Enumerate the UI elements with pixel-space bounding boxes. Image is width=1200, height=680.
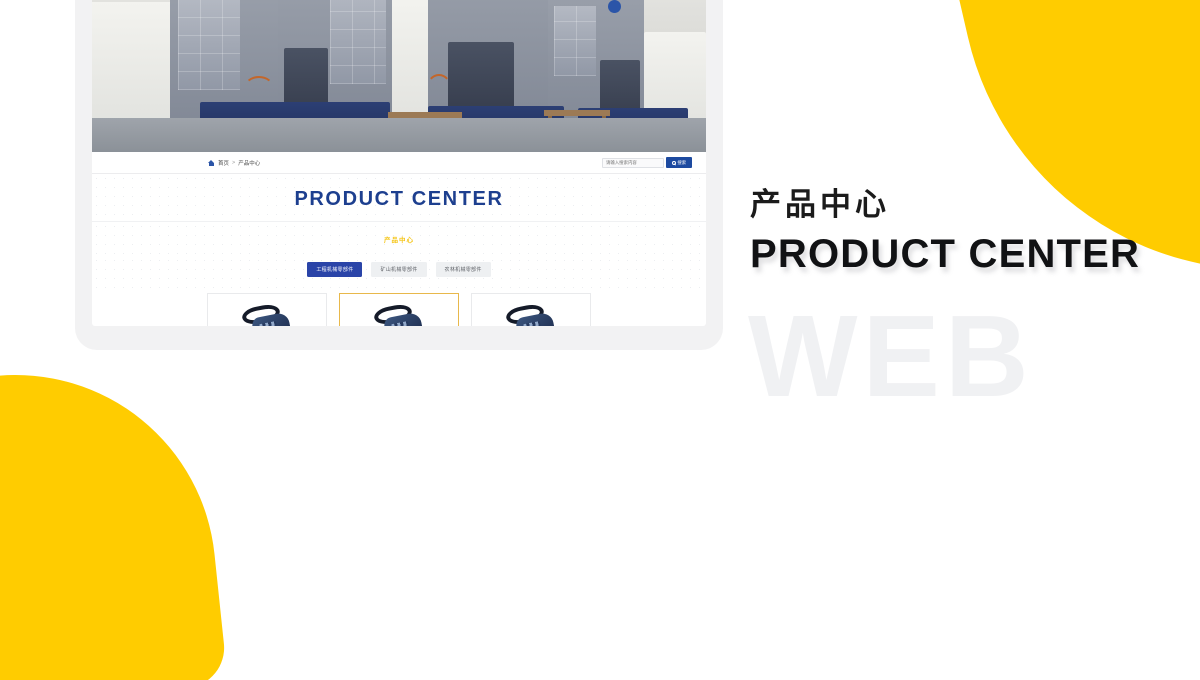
yellow-shape-top-right [947,0,1200,330]
heading-chinese: 产品中心 [750,187,890,222]
website-viewport: 首页 > 产品中心 搜索 PRODUCT CENTER 产品中心 [92,0,706,326]
product-card[interactable] [207,293,327,326]
yellow-shape-bottom-left [0,355,229,680]
hero-banner-image [92,0,706,152]
search-group: 搜索 [602,157,692,168]
category-tab-list: 工程机械零部件 矿山机械零部件 农林机械零部件 [92,256,706,293]
search-icon [671,160,676,165]
breadcrumb-home-link[interactable]: 首页 [218,159,229,167]
page-subtitle-section: 产品中心 [92,222,706,256]
search-button[interactable]: 搜索 [666,157,692,168]
breadcrumb-bar: 首页 > 产品中心 搜索 [92,152,706,174]
showcase-canvas: 产品中心 PRODUCT CENTER WEB 首页 > 产品中心 请输入搜索内… [0,0,1200,680]
tab-mining-machinery-parts[interactable]: 矿山机械零部件 [371,262,427,277]
search-button-label: 搜索 [677,159,687,165]
page-subtitle: 产品中心 [384,237,414,244]
product-image [500,302,562,326]
search-input[interactable] [602,157,664,168]
home-icon[interactable] [208,159,215,166]
showcase-heading-group: 产品中心 PRODUCT CENTER [750,186,1200,277]
page-title: PRODUCT CENTER [294,188,504,210]
heading-english: PRODUCT CENTER [750,231,1141,276]
product-image [236,302,298,326]
tab-engineering-machinery-parts[interactable]: 工程机械零部件 [307,262,363,277]
breadcrumb-current: 产品中心 [238,160,261,167]
breadcrumb-separator: > [232,159,236,166]
product-image [368,302,430,326]
breadcrumb: 首页 > 产品中心 [208,159,260,167]
product-card[interactable] [339,293,459,326]
page-title-section: PRODUCT CENTER [92,174,706,222]
device-frame: 首页 > 产品中心 搜索 PRODUCT CENTER 产品中心 [75,0,723,350]
web-watermark: WEB [748,291,1034,421]
product-card[interactable] [471,293,591,326]
tab-agricultural-machinery-parts[interactable]: 农林机械零部件 [435,262,491,277]
product-grid [92,293,706,326]
